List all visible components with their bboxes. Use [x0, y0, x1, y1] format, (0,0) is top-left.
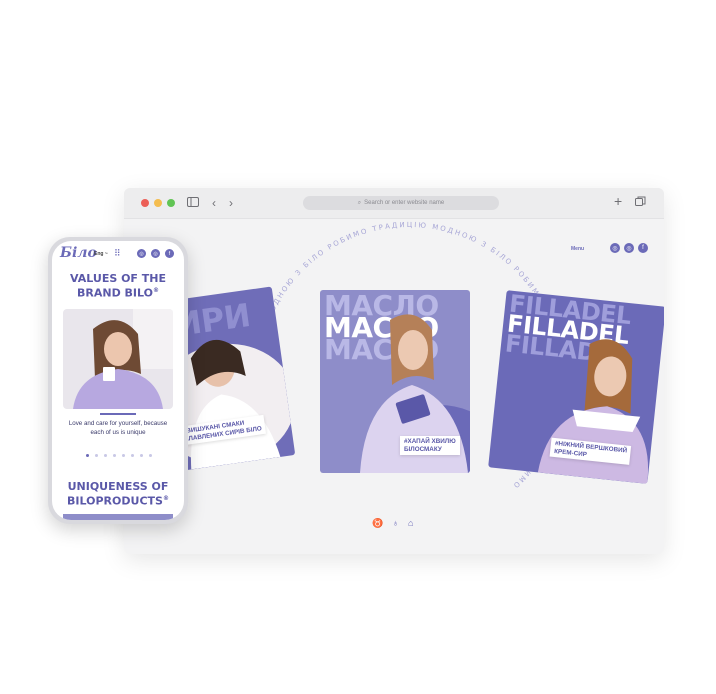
facebook-icon[interactable]: f — [638, 243, 648, 253]
instagram-icon[interactable]: ◎ — [610, 243, 620, 253]
grid-menu-icon[interactable]: ⠿ — [114, 248, 121, 259]
product-image-strip — [63, 514, 173, 520]
carousel-dot[interactable] — [149, 454, 152, 457]
instagram-icon[interactable]: ◎ — [624, 243, 634, 253]
values-title: VALUES OF THE BRAND BILO® — [69, 272, 166, 300]
plus-icon[interactable]: + — [614, 193, 622, 209]
language-selector[interactable]: Eng ~ — [94, 251, 108, 257]
chevron-left-icon[interactable]: ‹ — [212, 195, 216, 211]
milk-icon[interactable]: ♁ — [392, 518, 399, 529]
minimize-window-button[interactable] — [154, 199, 162, 207]
facebook-icon[interactable]: f — [165, 249, 174, 258]
cow-icon[interactable]: ♉ — [372, 518, 383, 529]
sidebar-icon[interactable] — [187, 195, 199, 211]
values-caption: Love and care for yourself, because each… — [68, 420, 168, 436]
phone-screen: Біло Eng ~ ⠿ ◎ ◎ f VALUES OF THE BRAND B… — [52, 241, 184, 520]
phone-mockup: Біло Eng ~ ⠿ ◎ ◎ f VALUES OF THE BRAND B… — [48, 237, 188, 524]
carousel-dot[interactable] — [140, 454, 143, 457]
tabs-icon[interactable] — [635, 195, 646, 211]
divider — [100, 413, 136, 415]
maximize-window-button[interactable] — [167, 199, 175, 207]
chevron-right-icon[interactable]: › — [229, 195, 233, 211]
site-content: ТРАДИЦІЮ МОДНОЮ З БІЛО РОБИМО ТРАДИЦІЮ М… — [124, 218, 664, 554]
browser-window: ‹ › ⌕ Search or enter website name + ТРА… — [124, 188, 664, 554]
address-bar[interactable]: ⌕ Search or enter website name — [303, 196, 499, 210]
carousel-dot[interactable] — [131, 454, 134, 457]
brand-logo[interactable]: Біло — [60, 245, 97, 261]
address-placeholder: Search or enter website name — [364, 200, 445, 206]
factory-icon[interactable]: ⌂ — [408, 518, 413, 529]
menu-label[interactable]: Menu — [571, 246, 584, 252]
close-window-button[interactable] — [141, 199, 149, 207]
uniqueness-title: UNIQUENESS OF BILOPRODUCTS® — [67, 480, 169, 508]
carousel-dot[interactable] — [95, 454, 98, 457]
carousel-dot[interactable] — [86, 454, 89, 457]
bottom-icon-row: ♉ ♁ ⌂ — [372, 518, 413, 529]
card-hashtag: #ХАПАЙ ХВИЛЮ БІЛОСМАКУ — [400, 436, 460, 455]
carousel-dot[interactable] — [113, 454, 116, 457]
search-icon: ⌕ — [357, 199, 362, 206]
values-photo — [63, 309, 173, 409]
product-card-cream-cheese[interactable]: FILLADEL FILLADEL FILLADEL #НІЖНИЙ ВЕРШК… — [488, 290, 664, 484]
instagram-icon[interactable]: ◎ — [151, 249, 160, 258]
product-card-butter[interactable]: МАСЛО МАСЛО МАСЛО #ХАПАЙ ХВИЛЮ БІЛОСМАКУ — [320, 290, 470, 473]
carousel-dots[interactable] — [86, 454, 152, 457]
carousel-dot[interactable] — [122, 454, 125, 457]
instagram-icon[interactable]: ◎ — [137, 249, 146, 258]
carousel-dot[interactable] — [104, 454, 107, 457]
